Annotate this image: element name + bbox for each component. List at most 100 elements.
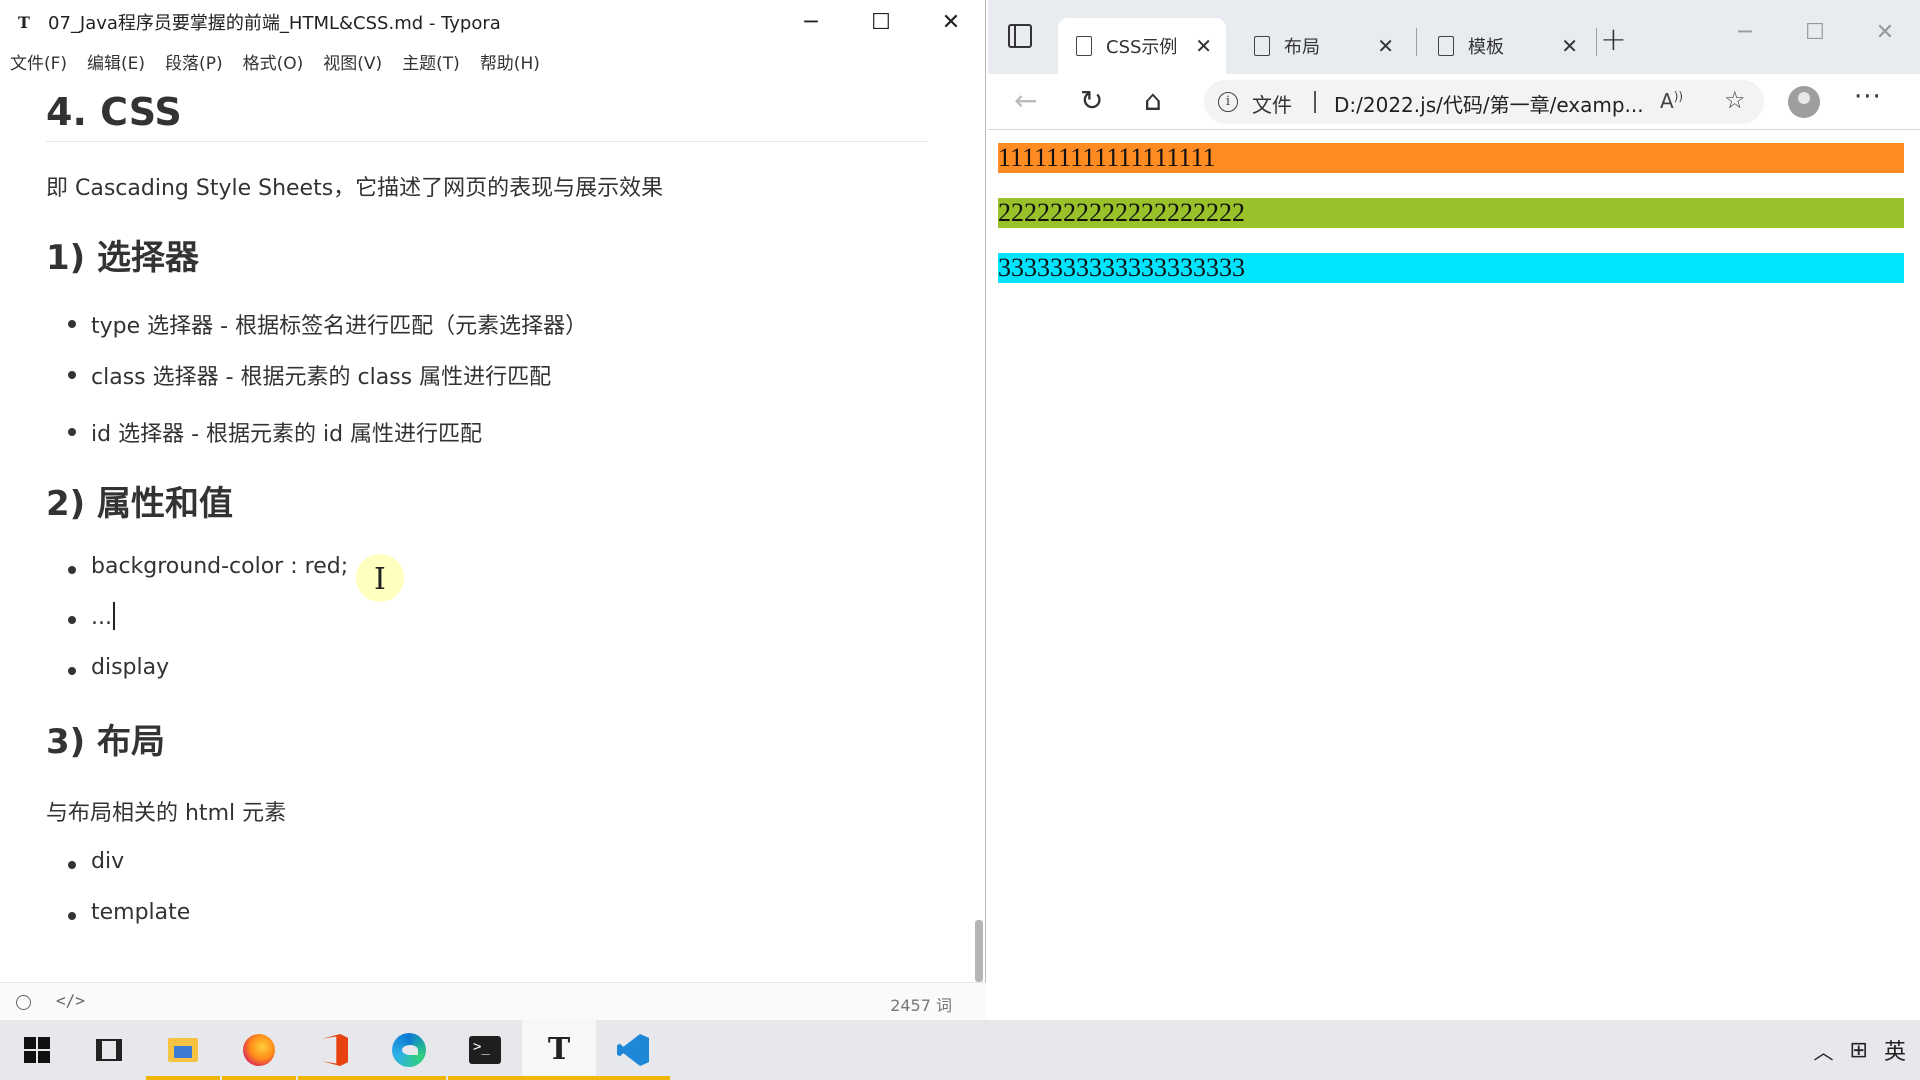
taskbar-vscode[interactable] xyxy=(596,1020,670,1080)
profile-avatar-icon[interactable] xyxy=(1788,86,1820,118)
tab-close-icon[interactable]: ✕ xyxy=(1561,34,1578,58)
intro-paragraph: 即 Cascading Style Sheets，它描述了网页的表现与展示效果 xyxy=(46,176,664,201)
url-text[interactable]: D:/2022.js/代码/第一章/examp... xyxy=(1334,89,1644,118)
typora-app-icon: T xyxy=(18,12,30,32)
input-method-icon[interactable]: ⊞ xyxy=(1850,1038,1868,1063)
home-icon[interactable]: ⌂ xyxy=(1144,84,1162,117)
list-bullet xyxy=(68,861,76,869)
taskbar-firefox[interactable] xyxy=(222,1020,296,1080)
word-count[interactable]: 2457 词 xyxy=(890,992,952,1016)
div-block-1: 111111111111111111 xyxy=(998,143,1904,173)
window-title: 07_Java程序员要掌握的前端_HTML&CSS.md - Typora xyxy=(48,13,501,34)
list-item: display xyxy=(91,655,170,680)
edge-icon xyxy=(392,1033,426,1067)
maximize-icon: ☐ xyxy=(871,9,891,35)
window-controls: ─ ☐ ✕ xyxy=(776,0,986,44)
tab-css-example[interactable]: CSS示例 ✕ xyxy=(1058,18,1226,74)
page-icon xyxy=(1076,36,1092,56)
editor-content[interactable]: 4. CSS 即 Cascading Style Sheets，它描述了网页的表… xyxy=(46,80,928,980)
tab-separator xyxy=(1416,28,1417,56)
browser-window-controls: ─ ☐ ✕ xyxy=(1710,0,1920,64)
start-button[interactable] xyxy=(0,1020,74,1080)
list-item: class 选择器 - 根据元素的 class 属性进行匹配 xyxy=(91,365,552,390)
list-bullet xyxy=(68,428,76,436)
typora-window: T 07_Java程序员要掌握的前端_HTML&CSS.md - Typora … xyxy=(0,0,986,1020)
browser-minimize-button[interactable]: ─ xyxy=(1710,0,1780,64)
page-icon xyxy=(1254,36,1270,56)
minimize-icon: ─ xyxy=(1738,19,1752,45)
menu-view[interactable]: 视图(V) xyxy=(323,49,382,74)
list-item: background-color : red; xyxy=(91,554,349,579)
close-icon: ✕ xyxy=(1875,19,1895,45)
tab-strip: CSS示例 ✕ 布局 ✕ 模板 ✕ + ─ ☐ ✕ xyxy=(988,0,1920,74)
list-bullet xyxy=(68,566,76,574)
taskbar-edge[interactable] xyxy=(372,1020,446,1080)
typora-titlebar[interactable]: T 07_Java程序员要掌握的前端_HTML&CSS.md - Typora … xyxy=(0,0,986,44)
read-aloud-icon[interactable]: A)) xyxy=(1660,89,1683,113)
maximize-icon: ☐ xyxy=(1805,19,1825,45)
menu-paragraph[interactable]: 段落(P) xyxy=(165,49,223,74)
minimize-button[interactable]: ─ xyxy=(776,0,846,44)
menu-bar: 文件(F) 编辑(E) 段落(P) 格式(O) 视图(V) 主题(T) 帮助(H… xyxy=(0,44,560,78)
address-separator xyxy=(1314,91,1316,113)
menu-help[interactable]: 帮助(H) xyxy=(480,49,540,74)
menu-format[interactable]: 格式(O) xyxy=(243,49,304,74)
ibeam-cursor-icon: I xyxy=(374,562,386,597)
heading-properties: 2) 属性和值 xyxy=(46,484,234,524)
list-bullet xyxy=(68,371,76,379)
close-icon: ✕ xyxy=(941,9,961,35)
list-bullet xyxy=(68,667,76,675)
text-caret xyxy=(112,602,115,630)
heading-layout: 3) 布局 xyxy=(46,722,166,762)
site-info-icon[interactable]: i xyxy=(1218,92,1238,112)
taskbar-office[interactable] xyxy=(298,1020,372,1080)
menu-theme[interactable]: 主题(T) xyxy=(402,49,460,74)
browser-toolbar: ← ↻ ⌂ i 文件 D:/2022.js/代码/第一章/examp... A)… xyxy=(988,74,1920,130)
refresh-icon[interactable]: ↻ xyxy=(1080,84,1103,117)
tab-template[interactable]: 模板 ✕ xyxy=(1420,18,1592,74)
windows-start-icon xyxy=(24,1037,50,1063)
address-bar[interactable]: i 文件 D:/2022.js/代码/第一章/examp... A)) ☆ xyxy=(1204,80,1764,124)
close-button[interactable]: ✕ xyxy=(916,0,986,44)
new-tab-icon[interactable]: + xyxy=(1600,20,1627,58)
list-item-editing[interactable]: ... xyxy=(91,602,115,630)
tab-label: 模板 xyxy=(1468,37,1504,58)
task-view-icon xyxy=(96,1039,122,1061)
minimize-icon: ─ xyxy=(804,9,818,35)
taskbar-terminal[interactable]: >_ xyxy=(448,1020,522,1080)
menu-edit[interactable]: 编辑(E) xyxy=(87,49,145,74)
outline-toggle-icon[interactable] xyxy=(16,995,31,1010)
tab-layout[interactable]: 布局 ✕ xyxy=(1236,18,1408,74)
show-hidden-icons-icon[interactable]: ︿ xyxy=(1814,1036,1834,1065)
ime-mode-indicator[interactable]: 英 xyxy=(1884,1034,1906,1066)
taskbar-typora[interactable]: T xyxy=(522,1020,596,1080)
browser-close-button[interactable]: ✕ xyxy=(1850,0,1920,64)
browser-window: CSS示例 ✕ 布局 ✕ 模板 ✕ + ─ ☐ ✕ ← ↻ ⌂ i 文件 D:/… xyxy=(988,0,1920,1020)
menu-file[interactable]: 文件(F) xyxy=(10,49,67,74)
more-options-icon[interactable]: ··· xyxy=(1854,82,1882,112)
source-mode-icon[interactable]: </> xyxy=(56,991,85,1010)
typora-icon: T xyxy=(547,1032,571,1067)
task-view-button[interactable] xyxy=(72,1020,146,1080)
tab-label: CSS示例 xyxy=(1106,37,1178,58)
maximize-button[interactable]: ☐ xyxy=(846,0,916,44)
add-favorite-icon[interactable]: ☆ xyxy=(1724,86,1746,114)
tab-close-icon[interactable]: ✕ xyxy=(1377,34,1394,58)
browser-maximize-button[interactable]: ☐ xyxy=(1780,0,1850,64)
tab-close-icon[interactable]: ✕ xyxy=(1195,34,1212,58)
div-block-3: 3333333333333333333 xyxy=(998,253,1904,283)
scheme-label: 文件 xyxy=(1252,93,1292,117)
list-item: id 选择器 - 根据元素的 id 属性进行匹配 xyxy=(91,422,483,447)
back-arrow-icon[interactable]: ← xyxy=(1014,84,1037,117)
tab-actions-icon[interactable] xyxy=(1008,24,1032,48)
list-item: template xyxy=(91,900,191,925)
terminal-icon: >_ xyxy=(469,1036,501,1064)
system-tray: ︿ ⊞ 英 xyxy=(1814,1020,1920,1080)
heading-selectors: 1) 选择器 xyxy=(46,238,200,278)
list-item: div xyxy=(91,849,125,874)
firefox-icon xyxy=(243,1034,275,1066)
editor-scrollbar[interactable] xyxy=(975,920,983,982)
list-bullet xyxy=(68,320,76,328)
page-icon xyxy=(1438,36,1454,56)
taskbar-file-explorer[interactable] xyxy=(146,1020,220,1080)
